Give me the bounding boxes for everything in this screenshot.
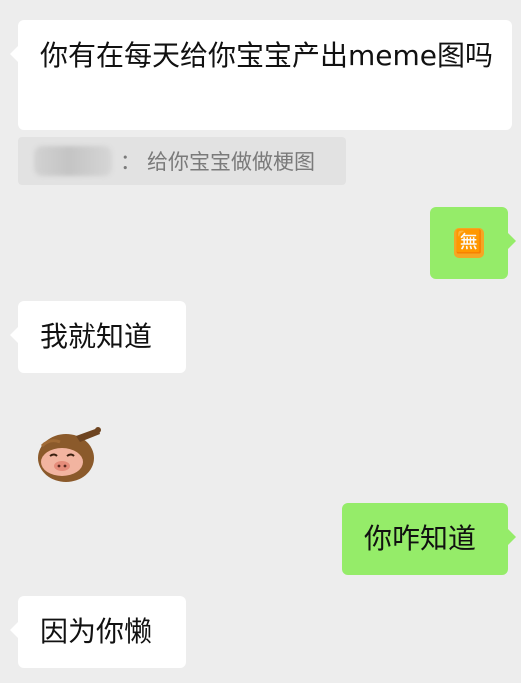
message-text: 我就知道 xyxy=(40,320,153,353)
message-text: 你有在每天给你宝宝产出meme图吗 xyxy=(40,39,494,72)
free-of-charge-emoji-icon: 🈚 xyxy=(454,228,484,258)
quote-separator: ： xyxy=(120,150,141,174)
incoming-message-bubble[interactable]: 因为你懒 xyxy=(10,596,186,668)
pig-sticker-icon[interactable] xyxy=(26,426,106,484)
incoming-message-bubble[interactable]: 我就知道 xyxy=(10,301,186,373)
quote-text: 给你宝宝做做梗图 xyxy=(147,150,315,174)
blurred-sender-name xyxy=(34,146,112,176)
incoming-message-bubble[interactable]: 你有在每天给你宝宝产出meme图吗 xyxy=(10,20,512,130)
message-text: 你咋知道 xyxy=(364,522,477,555)
outgoing-emoji-bubble[interactable]: 🈚 xyxy=(430,207,516,279)
message-text: 因为你懒 xyxy=(40,615,153,648)
quoted-reply[interactable]: ： 给你宝宝做做梗图 xyxy=(18,137,346,185)
outgoing-message-bubble[interactable]: 你咋知道 xyxy=(342,503,516,575)
